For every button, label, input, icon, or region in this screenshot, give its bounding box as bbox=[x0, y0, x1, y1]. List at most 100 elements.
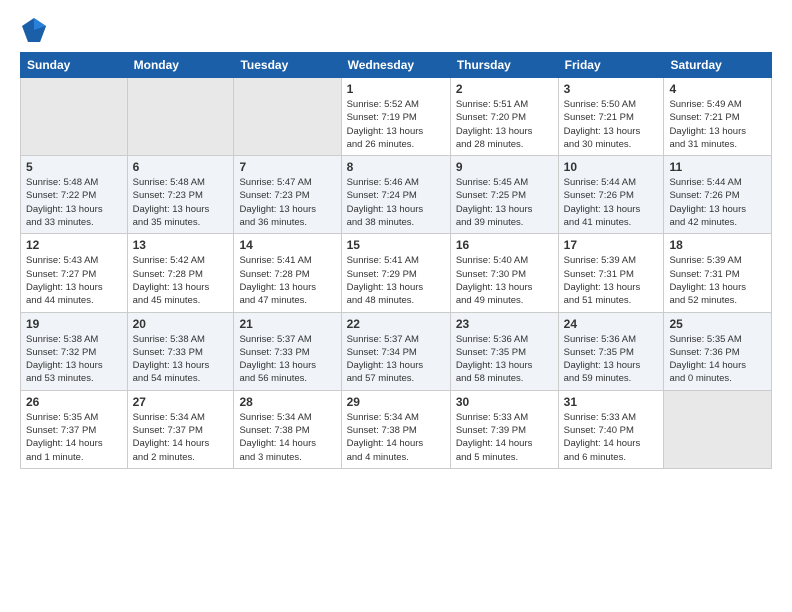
day-cell: 19Sunrise: 5:38 AM Sunset: 7:32 PM Dayli… bbox=[21, 312, 128, 390]
day-number: 25 bbox=[669, 317, 766, 331]
day-number: 7 bbox=[239, 160, 335, 174]
weekday-wednesday: Wednesday bbox=[341, 53, 450, 78]
week-row-5: 26Sunrise: 5:35 AM Sunset: 7:37 PM Dayli… bbox=[21, 390, 772, 468]
day-cell: 12 Sunrise: 5:43 AM Sunset: 7:27 PM Dayli… bbox=[21, 234, 128, 312]
day-number: 9 bbox=[456, 160, 553, 174]
day-info: Sunrise: 5:52 AM Sunset: 7:19 PM Dayligh… bbox=[347, 98, 445, 151]
day-cell: 6Sunrise: 5:48 AM Sunset: 7:23 PM Daylig… bbox=[127, 156, 234, 234]
day-number: 29 bbox=[347, 395, 445, 409]
day-cell: 3 Sunrise: 5:50 AM Sunset: 7:21 PM Daylig… bbox=[558, 78, 664, 156]
day-cell: 5 Sunrise: 5:48 AM Sunset: 7:22 PM Daylig… bbox=[21, 156, 128, 234]
day-number: 13 bbox=[133, 238, 229, 252]
weekday-sunday: Sunday bbox=[21, 53, 128, 78]
calendar-table: SundayMondayTuesdayWednesdayThursdayFrid… bbox=[20, 52, 772, 469]
day-cell: 13Sunrise: 5:42 AM Sunset: 7:28 PM Dayli… bbox=[127, 234, 234, 312]
day-number: 30 bbox=[456, 395, 553, 409]
day-info: Sunrise: 5:51 AM Sunset: 7:20 PM Dayligh… bbox=[456, 98, 553, 151]
day-info: Sunrise: 5:50 AM Sunset: 7:21 PM Dayligh… bbox=[564, 98, 659, 151]
day-info: Sunrise: 5:37 AM Sunset: 7:33 PM Dayligh… bbox=[239, 333, 335, 386]
day-number: 8 bbox=[347, 160, 445, 174]
day-cell: 16 Sunrise: 5:40 AM Sunset: 7:30 PM Dayli… bbox=[450, 234, 558, 312]
day-cell: 26Sunrise: 5:35 AM Sunset: 7:37 PM Dayli… bbox=[21, 390, 128, 468]
day-info: Sunrise: 5:35 AM Sunset: 7:36 PM Dayligh… bbox=[669, 333, 766, 386]
day-cell: 31 Sunrise: 5:33 AM Sunset: 7:40 PM Dayli… bbox=[558, 390, 664, 468]
weekday-header-row: SundayMondayTuesdayWednesdayThursdayFrid… bbox=[21, 53, 772, 78]
day-cell: 15 Sunrise: 5:41 AM Sunset: 7:29 PM Dayli… bbox=[341, 234, 450, 312]
day-number: 28 bbox=[239, 395, 335, 409]
day-info: Sunrise: 5:36 AM Sunset: 7:35 PM Dayligh… bbox=[456, 333, 553, 386]
day-cell: 23 Sunrise: 5:36 AM Sunset: 7:35 PM Dayli… bbox=[450, 312, 558, 390]
day-number: 27 bbox=[133, 395, 229, 409]
day-info: Sunrise: 5:46 AM Sunset: 7:24 PM Dayligh… bbox=[347, 176, 445, 229]
day-number: 15 bbox=[347, 238, 445, 252]
day-cell: 8 Sunrise: 5:46 AM Sunset: 7:24 PM Daylig… bbox=[341, 156, 450, 234]
day-info: Sunrise: 5:40 AM Sunset: 7:30 PM Dayligh… bbox=[456, 254, 553, 307]
weekday-saturday: Saturday bbox=[664, 53, 772, 78]
day-info: Sunrise: 5:43 AM Sunset: 7:27 PM Dayligh… bbox=[26, 254, 122, 307]
day-info: Sunrise: 5:34 AM Sunset: 7:37 PM Dayligh… bbox=[133, 411, 229, 464]
day-info: Sunrise: 5:41 AM Sunset: 7:28 PM Dayligh… bbox=[239, 254, 335, 307]
day-cell: 24 Sunrise: 5:36 AM Sunset: 7:35 PM Dayli… bbox=[558, 312, 664, 390]
day-cell: 29 Sunrise: 5:34 AM Sunset: 7:38 PM Dayli… bbox=[341, 390, 450, 468]
day-number: 12 bbox=[26, 238, 122, 252]
day-number: 3 bbox=[564, 82, 659, 96]
day-number: 2 bbox=[456, 82, 553, 96]
logo-icon bbox=[20, 16, 48, 44]
day-cell: 9 Sunrise: 5:45 AM Sunset: 7:25 PM Daylig… bbox=[450, 156, 558, 234]
day-info: Sunrise: 5:44 AM Sunset: 7:26 PM Dayligh… bbox=[564, 176, 659, 229]
day-number: 14 bbox=[239, 238, 335, 252]
day-number: 11 bbox=[669, 160, 766, 174]
weekday-monday: Monday bbox=[127, 53, 234, 78]
day-info: Sunrise: 5:33 AM Sunset: 7:39 PM Dayligh… bbox=[456, 411, 553, 464]
day-number: 23 bbox=[456, 317, 553, 331]
page: SundayMondayTuesdayWednesdayThursdayFrid… bbox=[0, 0, 792, 479]
weekday-thursday: Thursday bbox=[450, 53, 558, 78]
day-info: Sunrise: 5:45 AM Sunset: 7:25 PM Dayligh… bbox=[456, 176, 553, 229]
day-cell: 30 Sunrise: 5:33 AM Sunset: 7:39 PM Dayli… bbox=[450, 390, 558, 468]
day-number: 24 bbox=[564, 317, 659, 331]
day-cell bbox=[127, 78, 234, 156]
day-info: Sunrise: 5:39 AM Sunset: 7:31 PM Dayligh… bbox=[669, 254, 766, 307]
day-cell: 4 Sunrise: 5:49 AM Sunset: 7:21 PM Daylig… bbox=[664, 78, 772, 156]
day-cell: 28Sunrise: 5:34 AM Sunset: 7:38 PM Dayli… bbox=[234, 390, 341, 468]
day-number: 6 bbox=[133, 160, 229, 174]
day-number: 31 bbox=[564, 395, 659, 409]
day-cell: 21Sunrise: 5:37 AM Sunset: 7:33 PM Dayli… bbox=[234, 312, 341, 390]
day-cell bbox=[664, 390, 772, 468]
day-number: 16 bbox=[456, 238, 553, 252]
day-cell bbox=[234, 78, 341, 156]
day-cell: 18 Sunrise: 5:39 AM Sunset: 7:31 PM Dayli… bbox=[664, 234, 772, 312]
weekday-tuesday: Tuesday bbox=[234, 53, 341, 78]
day-number: 1 bbox=[347, 82, 445, 96]
day-number: 4 bbox=[669, 82, 766, 96]
day-cell: 2 Sunrise: 5:51 AM Sunset: 7:20 PM Daylig… bbox=[450, 78, 558, 156]
day-info: Sunrise: 5:34 AM Sunset: 7:38 PM Dayligh… bbox=[347, 411, 445, 464]
day-info: Sunrise: 5:47 AM Sunset: 7:23 PM Dayligh… bbox=[239, 176, 335, 229]
day-number: 5 bbox=[26, 160, 122, 174]
day-info: Sunrise: 5:38 AM Sunset: 7:33 PM Dayligh… bbox=[133, 333, 229, 386]
day-cell: 7 Sunrise: 5:47 AM Sunset: 7:23 PM Daylig… bbox=[234, 156, 341, 234]
day-info: Sunrise: 5:37 AM Sunset: 7:34 PM Dayligh… bbox=[347, 333, 445, 386]
day-info: Sunrise: 5:44 AM Sunset: 7:26 PM Dayligh… bbox=[669, 176, 766, 229]
day-number: 18 bbox=[669, 238, 766, 252]
logo bbox=[20, 16, 52, 44]
day-cell bbox=[21, 78, 128, 156]
day-cell: 27 Sunrise: 5:34 AM Sunset: 7:37 PM Dayli… bbox=[127, 390, 234, 468]
day-info: Sunrise: 5:41 AM Sunset: 7:29 PM Dayligh… bbox=[347, 254, 445, 307]
header bbox=[20, 16, 772, 44]
day-info: Sunrise: 5:39 AM Sunset: 7:31 PM Dayligh… bbox=[564, 254, 659, 307]
day-number: 20 bbox=[133, 317, 229, 331]
day-cell: 1 Sunrise: 5:52 AM Sunset: 7:19 PM Daylig… bbox=[341, 78, 450, 156]
day-info: Sunrise: 5:48 AM Sunset: 7:22 PM Dayligh… bbox=[26, 176, 122, 229]
day-info: Sunrise: 5:33 AM Sunset: 7:40 PM Dayligh… bbox=[564, 411, 659, 464]
day-info: Sunrise: 5:38 AM Sunset: 7:32 PM Dayligh… bbox=[26, 333, 122, 386]
day-cell: 17 Sunrise: 5:39 AM Sunset: 7:31 PM Dayli… bbox=[558, 234, 664, 312]
day-info: Sunrise: 5:35 AM Sunset: 7:37 PM Dayligh… bbox=[26, 411, 122, 464]
day-info: Sunrise: 5:36 AM Sunset: 7:35 PM Dayligh… bbox=[564, 333, 659, 386]
day-number: 17 bbox=[564, 238, 659, 252]
day-cell: 10 Sunrise: 5:44 AM Sunset: 7:26 PM Dayli… bbox=[558, 156, 664, 234]
week-row-4: 19Sunrise: 5:38 AM Sunset: 7:32 PM Dayli… bbox=[21, 312, 772, 390]
weekday-friday: Friday bbox=[558, 53, 664, 78]
day-info: Sunrise: 5:49 AM Sunset: 7:21 PM Dayligh… bbox=[669, 98, 766, 151]
day-number: 10 bbox=[564, 160, 659, 174]
